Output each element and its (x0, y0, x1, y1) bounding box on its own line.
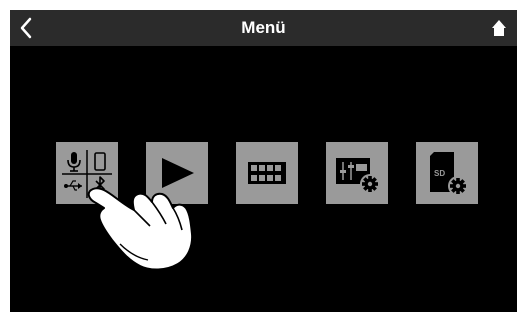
pointing-hand-icon (87, 187, 194, 271)
